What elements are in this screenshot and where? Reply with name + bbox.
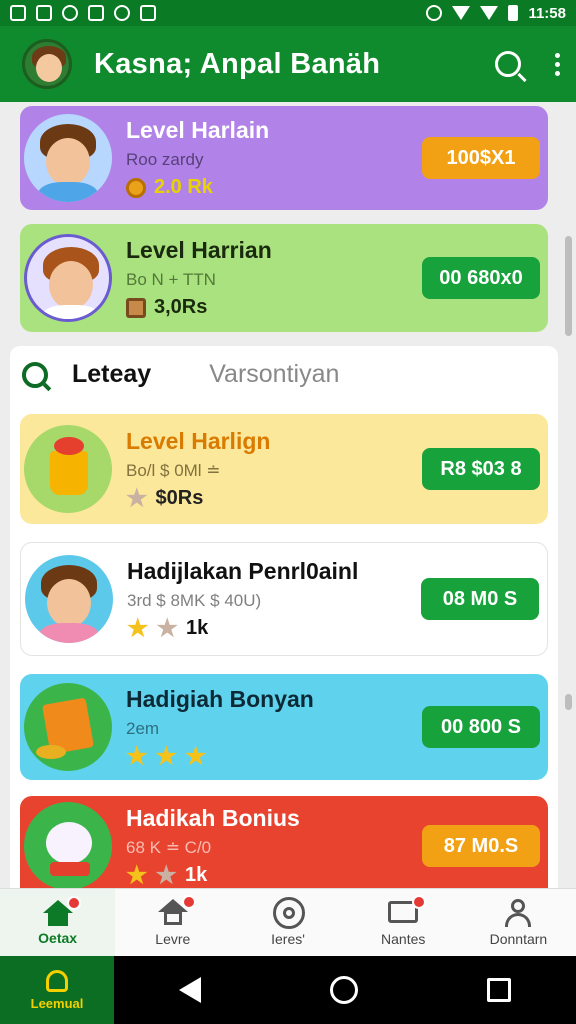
globe-icon <box>62 5 78 21</box>
tab-varsontiyan[interactable]: Varsontiyan <box>209 360 339 389</box>
nav-item-ieres[interactable]: Ieres' <box>230 889 345 956</box>
pinned-app[interactable]: Leemual <box>0 956 114 1024</box>
notification-icon <box>88 5 104 21</box>
nav-item-oetax[interactable]: Oetax <box>0 889 116 956</box>
card-value: 2.0 Rk <box>154 176 213 198</box>
back-icon[interactable] <box>178 977 201 1003</box>
reward-card[interactable]: Level Harrian Bo N + TTN 3,0Rs 00 680x0 <box>20 224 548 332</box>
status-bar: 11:58 <box>0 0 576 26</box>
coin-icon <box>126 177 146 198</box>
scrollbar[interactable] <box>565 236 572 336</box>
card-title: Hadigiah Bonyan <box>126 685 314 712</box>
notification-badge <box>412 894 427 909</box>
star-icon: ★ <box>126 742 148 770</box>
app-bar: Kasna; Anpal Banäh <box>0 26 576 102</box>
nav-item-levre[interactable]: Levre <box>115 889 230 956</box>
card-avatar <box>24 234 112 322</box>
card-title: Hadijlakan Penrl0ainl <box>127 557 359 584</box>
nav-label: Nantes <box>381 930 426 947</box>
list-item[interactable]: Hadikah Bonius 68 K ≐ C/0 ★ ★ 1k 87 M0.S <box>20 796 548 896</box>
bell-icon <box>46 969 68 992</box>
star-icon: ★ <box>126 484 148 512</box>
user-icon <box>503 898 533 927</box>
search-icon[interactable] <box>495 51 521 77</box>
wifi-icon <box>452 6 471 20</box>
card-avatar <box>24 114 112 202</box>
list-item[interactable]: Hadijlakan Penrl0ainl 3rd $ 8MK $ 40U) ★… <box>20 542 548 656</box>
card-value: 1k <box>185 864 208 886</box>
card-title: Level Harlign <box>126 427 271 454</box>
tab-leteay[interactable]: Leteay <box>72 360 151 389</box>
bottom-nav: Oetax Levre Ieres' Nantes Donntarn <box>0 888 576 956</box>
card-value: 1k <box>186 617 209 639</box>
battery-icon <box>508 5 519 21</box>
recents-icon[interactable] <box>487 978 512 1002</box>
claim-button[interactable]: 00 680x0 <box>422 257 540 299</box>
card-title: Hadikah Bonius <box>126 804 300 831</box>
star-icon: ★ <box>185 742 207 770</box>
card-value: $0Rs <box>155 487 204 509</box>
house-icon <box>157 894 196 927</box>
wheel-icon <box>273 896 305 929</box>
star-icon: ★ <box>127 614 149 642</box>
nav-label: Ieres' <box>271 930 305 947</box>
sync-icon <box>114 5 130 21</box>
card-value: 3,0Rs <box>154 296 208 318</box>
section-tabs: Leteay Varsontiyan <box>22 360 339 389</box>
home-button-icon[interactable] <box>329 976 358 1004</box>
nav-item-nantes[interactable]: Nantes <box>346 889 461 956</box>
card-title: Level Harrian <box>126 237 272 263</box>
card-subtitle: 68 K ≐ C/0 <box>126 837 212 857</box>
chat-icon <box>388 894 427 927</box>
notification-icon <box>36 5 52 21</box>
scrollbar[interactable] <box>565 694 572 710</box>
star-icon: ★ <box>156 614 179 642</box>
star-icon: ★ <box>126 861 148 889</box>
more-options-icon[interactable] <box>555 52 560 76</box>
card-title: Level Harlain <box>126 117 270 143</box>
nav-item-donntarn[interactable]: Donntarn <box>461 889 576 956</box>
notification-badge <box>181 894 196 909</box>
card-subtitle: 2em <box>126 718 160 738</box>
claim-button[interactable]: 100$X1 <box>422 137 540 179</box>
claim-button[interactable]: 00 800 S <box>422 706 540 748</box>
app-screen: 11:58 Kasna; Anpal Banäh Level Harlain R… <box>0 0 576 1024</box>
card-subtitle: 3rd $ 8MK $ 40U) <box>127 590 262 610</box>
gift-box-icon <box>24 683 112 771</box>
search-icon[interactable] <box>22 361 48 388</box>
list-item[interactable]: Hadigiah Bonyan 2em ★ ★ ★ 00 800 S <box>20 674 548 780</box>
alarm-icon <box>426 5 443 21</box>
home-notification-icon <box>140 5 156 21</box>
mascot-icon <box>24 802 112 890</box>
star-icon: ★ <box>155 861 178 889</box>
gift-bucket-icon <box>24 425 112 513</box>
claim-button[interactable]: 08 M0 S <box>421 578 539 620</box>
nav-label: Donntarn <box>489 930 548 947</box>
pinned-app-label: Leemual <box>30 995 84 1011</box>
card-subtitle: Bo/l $ 0Ml ≐ <box>126 460 221 480</box>
list-item[interactable]: Level Harlign Bo/l $ 0Ml ≐ ★ $0Rs R8 $03… <box>20 414 548 524</box>
system-nav-bar: Leemual <box>0 956 576 1024</box>
card-subtitle: Bo N + TTN <box>126 270 216 289</box>
star-icon: ★ <box>155 742 178 770</box>
notification-icon <box>10 5 26 21</box>
status-time: 11:58 <box>528 4 566 22</box>
signal-icon <box>480 6 499 20</box>
avatar[interactable] <box>22 39 72 89</box>
chest-icon <box>126 297 146 318</box>
notification-badge <box>66 895 81 910</box>
home-icon <box>42 895 81 926</box>
page-title: Kasna; Anpal Banäh <box>94 47 381 80</box>
claim-button[interactable]: R8 $03 8 <box>422 448 540 490</box>
nav-label: Levre <box>155 930 191 947</box>
card-avatar <box>25 555 113 643</box>
claim-button[interactable]: 87 M0.S <box>422 825 540 867</box>
nav-label: Oetax <box>38 929 78 946</box>
reward-card[interactable]: Level Harlain Roo zardy 2.0 Rk 100$X1 <box>20 106 548 210</box>
card-subtitle: Roo zardy <box>126 150 204 169</box>
